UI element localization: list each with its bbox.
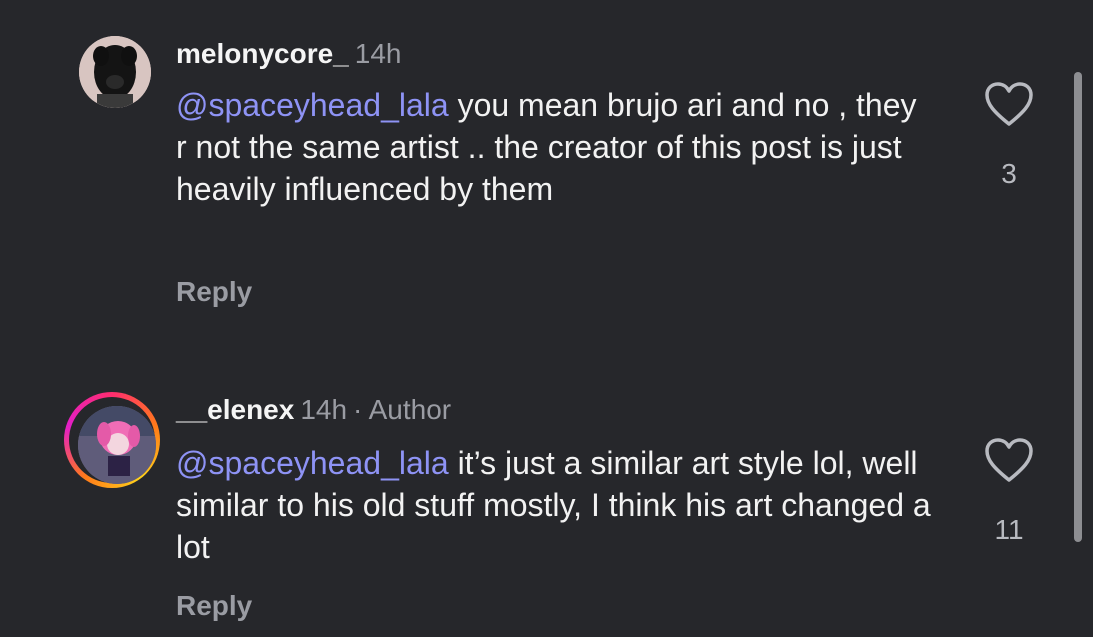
comment-header: melonycore_ 14h (176, 38, 401, 70)
reply-button[interactable]: Reply (176, 276, 252, 308)
scrollbar[interactable] (1074, 72, 1082, 542)
comment: melonycore_ 14h @spaceyhead_lala you mean… (0, 0, 1093, 340)
timestamp: 14h (300, 394, 348, 425)
avatar (78, 406, 156, 484)
username[interactable]: melonycore_ (176, 38, 349, 69)
heart-icon[interactable] (984, 438, 1034, 484)
comment-header: __elenex 14h · Author (176, 394, 451, 426)
like-count: 3 (1001, 158, 1017, 189)
comment-text: @spaceyhead_lala you mean brujo ari and … (176, 84, 936, 210)
timestamp: 14h (354, 38, 402, 69)
comment: __elenex 14h · Author @spaceyhead_lala it’… (0, 360, 1093, 637)
comment-text: @spaceyhead_lala it’s just a similar art… (176, 442, 936, 568)
avatar[interactable] (79, 36, 151, 108)
reply-button[interactable]: Reply (176, 590, 252, 622)
like-count: 11 (994, 514, 1024, 545)
username[interactable]: __elenex (176, 394, 294, 425)
heart-icon[interactable] (984, 82, 1034, 128)
author-badge: · Author (353, 394, 452, 425)
mention-link[interactable]: @spaceyhead_lala (176, 445, 449, 481)
story-ring[interactable] (64, 392, 160, 488)
mention-link[interactable]: @spaceyhead_lala (176, 87, 449, 123)
